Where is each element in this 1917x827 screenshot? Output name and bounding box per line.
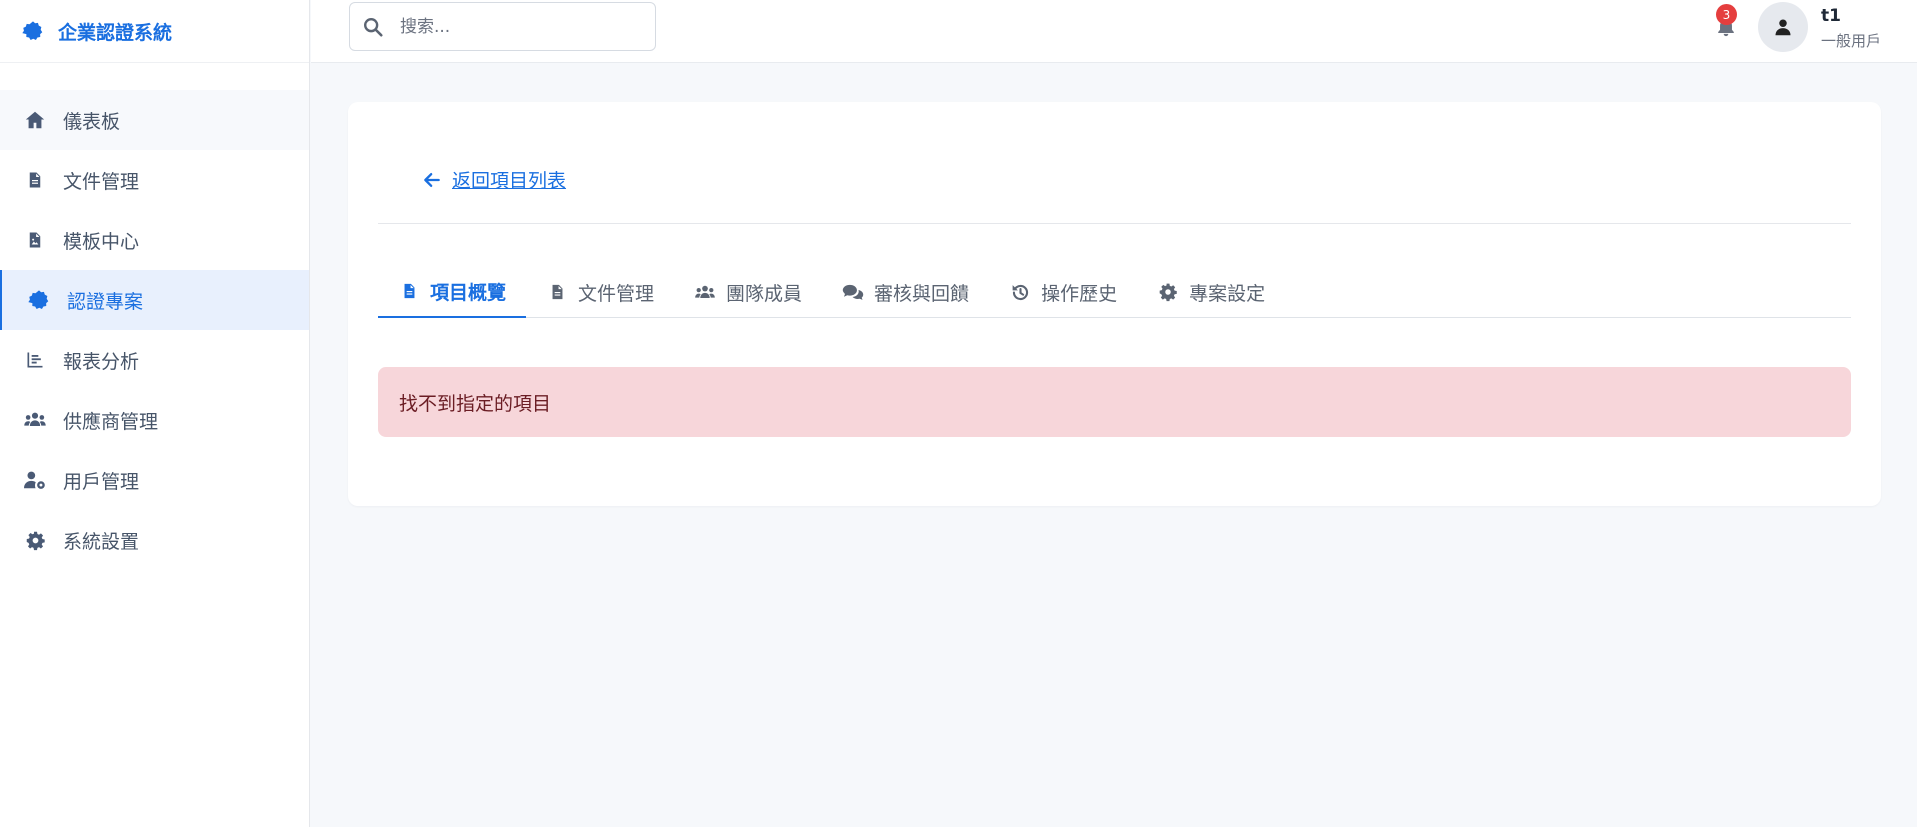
sidebar-item-label: 報表分析 [63,350,140,373]
error-message: 找不到指定的項目 [399,392,552,415]
project-tabs: 項目概覽 文件管理 團隊成員 審核與回饋 操作歷史 專案設定 [378,266,1851,318]
top-header: 3 t1 一般用戶 [311,0,1917,63]
home-icon [23,108,47,132]
certificate-icon [27,288,51,312]
tab-label: 專案設定 [1189,282,1266,305]
sidebar-item-settings[interactable]: 系統設置 [0,510,309,570]
user-role: 一般用戶 [1821,32,1882,50]
history-icon [1009,281,1031,303]
sidebar-item-suppliers[interactable]: 供應商管理 [0,390,309,450]
avatar[interactable] [1758,2,1808,52]
file-icon [546,281,568,303]
sidebar-item-label: 儀表板 [63,110,121,133]
chart-icon [23,348,47,372]
tab-label: 審核與回饋 [874,282,970,305]
gear-icon [1157,281,1179,303]
sidebar-item-certification-projects[interactable]: 認證專案 [0,270,309,330]
back-to-project-list-link[interactable]: 返回項目列表 [422,166,566,193]
search-input[interactable] [400,16,640,37]
tab-overview[interactable]: 項目概覽 [378,266,527,318]
brand[interactable]: 企業認證系統 [0,0,309,63]
arrow-left-icon [422,170,442,190]
search-icon [362,16,384,38]
users-icon [23,408,47,432]
tab-history[interactable]: 操作歷史 [989,266,1137,318]
user-gear-icon [23,468,47,492]
user-name[interactable]: t1 [1821,6,1841,26]
error-alert: 找不到指定的項目 [378,367,1851,437]
sidebar-item-label: 用戶管理 [63,470,140,493]
sidebar-item-label: 模板中心 [63,230,140,253]
sidebar-item-label: 系統設置 [63,530,140,553]
sidebar-item-reports[interactable]: 報表分析 [0,330,309,390]
file-image-icon [23,228,47,252]
tab-label: 文件管理 [578,282,655,305]
tab-label: 項目概覽 [430,281,507,304]
users-icon [694,281,716,303]
sidebar-item-label: 供應商管理 [63,410,159,433]
back-link-label: 返回項目列表 [452,170,567,192]
divider [378,223,1851,224]
tab-documents[interactable]: 文件管理 [526,266,674,318]
sidebar-item-label: 認證專案 [67,290,144,313]
badge-icon [22,20,44,42]
brand-title: 企業認證系統 [58,21,173,44]
app-root: 企業認證系統 儀表板 文件管理 模板中心 認證專案 報表分析 供應商管理 用戶管… [0,0,1917,827]
user-icon [1774,18,1792,36]
sidebar-item-documents[interactable]: 文件管理 [0,150,309,210]
comments-icon [842,281,864,303]
notification-count-badge: 3 [1716,4,1737,25]
tab-label: 團隊成員 [726,282,803,305]
sidebar-nav: 儀表板 文件管理 模板中心 認證專案 報表分析 供應商管理 用戶管理 系統設置 [0,63,309,570]
sidebar-item-label: 文件管理 [63,170,140,193]
tab-team-members[interactable]: 團隊成員 [674,266,822,318]
tab-project-settings[interactable]: 專案設定 [1137,266,1285,318]
search-box[interactable] [349,2,656,51]
file-icon [398,280,420,302]
tab-review-feedback[interactable]: 審核與回饋 [822,266,989,318]
project-detail-card: 返回項目列表 項目概覽 文件管理 團隊成員 審核與回饋 操作歷史 專案設定 找不… [348,102,1881,506]
tab-label: 操作歷史 [1041,282,1118,305]
sidebar-item-templates[interactable]: 模板中心 [0,210,309,270]
sidebar: 企業認證系統 儀表板 文件管理 模板中心 認證專案 報表分析 供應商管理 用戶管… [0,0,310,827]
sidebar-item-users[interactable]: 用戶管理 [0,450,309,510]
sidebar-item-dashboard[interactable]: 儀表板 [0,90,309,150]
gear-icon [23,528,47,552]
file-icon [23,168,47,192]
